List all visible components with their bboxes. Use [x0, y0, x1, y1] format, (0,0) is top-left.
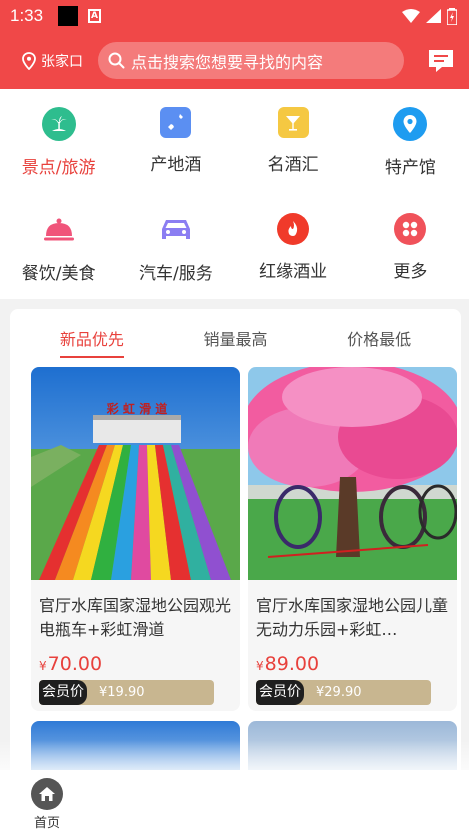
- status-icons: [402, 7, 457, 25]
- nav-home-label: 首页: [33, 816, 60, 831]
- sort-tabs: 新品优先 销量最高 价格最低: [10, 309, 461, 365]
- category-more[interactable]: 更多: [352, 195, 469, 299]
- wifi-icon: [402, 9, 420, 23]
- category-label: 产地酒: [150, 155, 202, 175]
- search-placeholder: 点击搜索您想要寻找的内容: [131, 52, 324, 72]
- flame-icon: [277, 213, 310, 245]
- notification-icon: [58, 6, 78, 26]
- category-scenic-travel[interactable]: 景点/旅游: [0, 89, 117, 195]
- status-bar: 1:33 A: [0, 0, 469, 32]
- island-icon: [41, 107, 76, 141]
- category-famous-liquor[interactable]: 名酒汇: [235, 89, 352, 195]
- location-label: 张家口: [41, 53, 83, 70]
- message-icon[interactable]: [427, 48, 455, 74]
- product-panel: 新品优先 销量最高 价格最低 彩 虹 滑 道 官厅水库国家湿地公园观光电瓶车+彩…: [10, 309, 461, 789]
- search-icon: [108, 52, 125, 69]
- location-selector[interactable]: 张家口: [22, 51, 98, 71]
- member-price: ¥19.90: [99, 685, 145, 700]
- battery-icon: [447, 7, 457, 25]
- member-price-badge: 会员价 ¥29.90: [256, 680, 431, 705]
- map-pin-icon: [393, 107, 428, 141]
- category-hongyuan-winery[interactable]: 红缘酒业: [235, 195, 352, 299]
- tab-newest[interactable]: 新品优先: [59, 318, 124, 358]
- a-badge-icon: A: [88, 9, 101, 23]
- tab-lowest-price[interactable]: 价格最低: [347, 318, 411, 356]
- app-header: 张家口 点击搜索您想要寻找的内容: [0, 32, 469, 89]
- category-specialty-shop[interactable]: 特产馆: [352, 89, 469, 195]
- category-label: 红缘酒业: [259, 262, 328, 282]
- product-card[interactable]: 彩 虹 滑 道 官厅水库国家湿地公园观光电瓶车+彩虹滑道 ¥70.00 会员价 …: [31, 367, 240, 711]
- category-grid: 景点/旅游 产地酒 名酒汇 特产馆 餐饮/美食 汽车/服务 红缘酒业 更多: [0, 89, 469, 299]
- rainbow-slide-image: 彩 虹 滑 道: [31, 367, 240, 580]
- member-tag: 会员价: [256, 680, 304, 705]
- product-price: ¥89.00: [248, 642, 457, 675]
- category-car-service[interactable]: 汽车/服务: [117, 195, 234, 299]
- category-label: 名酒汇: [267, 155, 319, 175]
- currency-symbol: ¥: [256, 659, 264, 673]
- product-price: ¥70.00: [31, 642, 240, 675]
- product-title: 官厅水库国家湿地公园儿童无动力乐园+彩虹…: [256, 596, 449, 639]
- member-tag: 会员价: [39, 680, 87, 705]
- category-dining[interactable]: 餐饮/美食: [0, 195, 117, 299]
- member-price: ¥29.90: [316, 685, 362, 700]
- cocktail-icon: [277, 107, 309, 138]
- category-label: 特产馆: [384, 158, 436, 178]
- tab-best-selling[interactable]: 销量最高: [203, 318, 267, 356]
- currency-symbol: ¥: [39, 659, 47, 673]
- pink-blossom-tree-image: [248, 367, 457, 580]
- home-icon: [31, 778, 63, 810]
- food-cover-icon: [42, 213, 76, 247]
- member-price-badge: 会员价 ¥19.90: [39, 680, 214, 705]
- product-title: 官厅水库国家湿地公园观光电瓶车+彩虹滑道: [39, 596, 232, 639]
- bottle-icon: [160, 107, 192, 138]
- top-bar: 1:33 A 张家口 点击搜索您想要寻找的内容: [0, 0, 469, 89]
- category-label: 景点/旅游: [21, 158, 96, 178]
- category-label: 汽车/服务: [139, 264, 213, 284]
- signal-icon: [426, 9, 441, 23]
- bottom-navigation: [0, 770, 469, 835]
- category-label: 餐饮/美食: [21, 264, 96, 284]
- category-local-liquor[interactable]: 产地酒: [117, 89, 234, 195]
- product-card[interactable]: 官厅水库国家湿地公园儿童无动力乐园+彩虹… ¥89.00 会员价 ¥29.90: [248, 367, 457, 711]
- price-value: 89.00: [264, 653, 320, 675]
- category-label: 更多: [393, 262, 428, 282]
- car-icon: [159, 213, 193, 247]
- grid-icon: [394, 213, 427, 245]
- nav-home[interactable]: 首页: [30, 778, 64, 831]
- search-input[interactable]: 点击搜索您想要寻找的内容: [98, 42, 404, 79]
- status-time: 1:33: [10, 6, 44, 25]
- price-value: 70.00: [47, 653, 103, 675]
- slide-sign-text: 彩 虹 滑 道: [106, 401, 168, 416]
- location-pin-icon: [22, 51, 36, 70]
